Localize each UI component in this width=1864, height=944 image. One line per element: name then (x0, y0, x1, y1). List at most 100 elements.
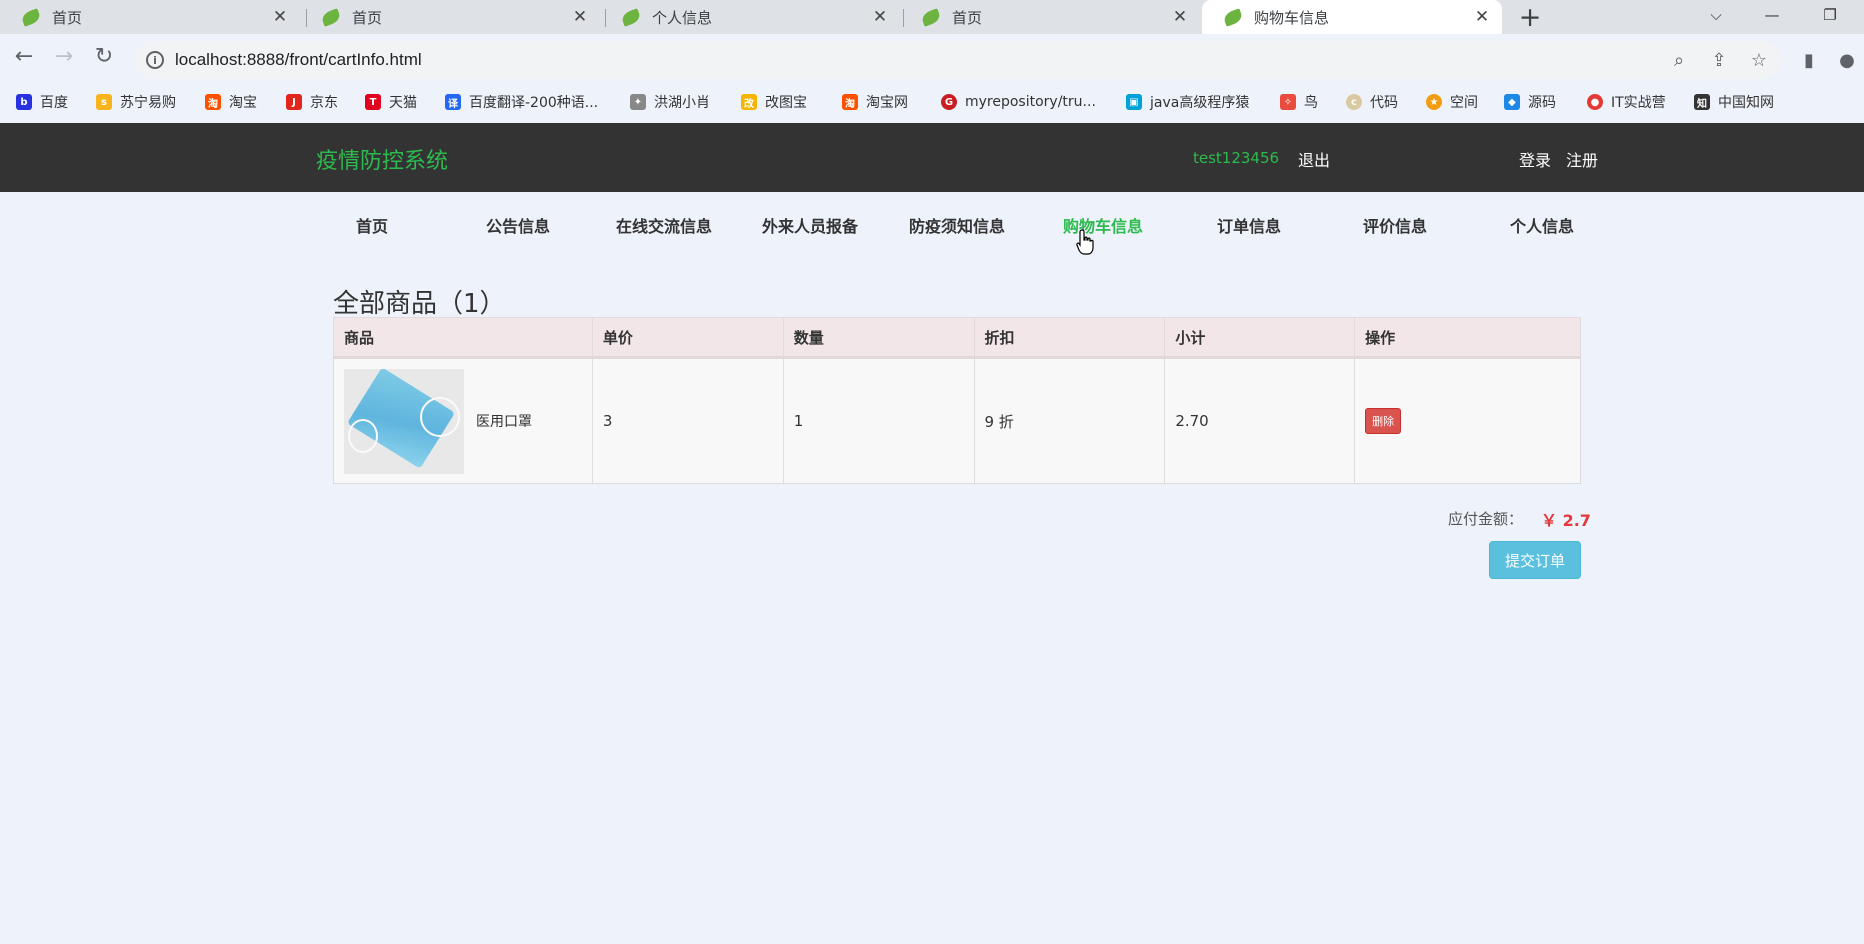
total-amount: ￥ 2.7 (1541, 511, 1591, 530)
back-arrow-icon[interactable]: ← (12, 44, 36, 69)
nav-announcements[interactable]: 公告信息 (486, 213, 550, 237)
subtotal-cell: 2.70 (1164, 357, 1356, 484)
bookmark-item[interactable]: c 代码 (1346, 87, 1398, 117)
bookmark-item[interactable]: 淘淘宝网 (842, 87, 908, 117)
register-link[interactable]: 注册 (1566, 147, 1598, 171)
close-icon[interactable]: ✕ (870, 7, 890, 27)
bookmark-item[interactable]: ✧ 鸟 (1280, 87, 1318, 117)
bookmark-item[interactable]: 改改图宝 (741, 87, 807, 117)
product-cell: 医用口罩 (333, 357, 593, 484)
spring-leaf-icon (320, 7, 342, 27)
zoom-icon[interactable]: ⌕ (1668, 49, 1690, 71)
bilibili-icon: ▣ (1126, 94, 1142, 110)
bookmark-item[interactable]: 译百度翻译-200种语... (445, 87, 598, 117)
browser-tab[interactable]: 个人信息 ✕ (600, 0, 900, 34)
browser-tab[interactable]: 首页 ✕ (0, 0, 300, 34)
tab-label: 首页 (52, 8, 83, 27)
bookmark-item[interactable]: ● IT实战营 (1587, 87, 1666, 117)
source-icon: ◆ (1504, 94, 1520, 110)
forward-arrow-icon[interactable]: → (52, 44, 76, 69)
bookmark-label: 代码 (1370, 95, 1398, 111)
nav-cart[interactable]: 购物车信息 (1063, 213, 1143, 237)
url-text[interactable]: localhost:8888/front/cartInfo.html (175, 50, 422, 70)
chrome-icon: ● (1587, 94, 1603, 110)
nav-profile[interactable]: 个人信息 (1510, 213, 1574, 237)
logout-link[interactable]: 退出 (1298, 147, 1330, 171)
new-tab-button[interactable]: + (1516, 2, 1544, 33)
baidu-icon: b (16, 94, 32, 110)
qty-cell: 1 (782, 357, 975, 484)
address-bar[interactable]: i localhost:8888/front/cartInfo.html (134, 41, 1781, 79)
submit-order-button[interactable]: 提交订单 (1489, 541, 1581, 579)
bookmark-item[interactable]: Gmyrepository/tru... (941, 87, 1096, 117)
browser-tab[interactable]: 首页 ✕ (900, 0, 1200, 34)
close-icon[interactable]: ✕ (570, 7, 590, 27)
bookmark-item[interactable]: ★ 空间 (1426, 87, 1478, 117)
login-link[interactable]: 登录 (1519, 147, 1551, 171)
star-icon[interactable]: ☆ (1748, 49, 1770, 71)
current-username[interactable]: test123456 (1193, 149, 1279, 167)
bookmark-label: 天猫 (389, 95, 417, 111)
bookmark-item[interactable]: ▣ java高级程序猿 (1126, 87, 1249, 117)
suning-icon: s (96, 94, 112, 110)
bookmark-item[interactable]: 知中国知网 (1694, 87, 1774, 117)
tab-label: 首页 (352, 8, 383, 27)
discount-cell: 9 折 (973, 357, 1166, 484)
bookmark-label: 淘宝网 (866, 95, 908, 111)
browser-tab-active[interactable]: 购物车信息 ✕ (1202, 0, 1502, 34)
browser-tab[interactable]: 首页 ✕ (300, 0, 600, 34)
cart-table: 商品 单价 数量 折扣 小计 操作 医用口罩 3 1 9 折 2.70 删除 (333, 317, 1581, 484)
bookmark-label: 苏宁易购 (120, 95, 176, 111)
nav-online-chat[interactable]: 在线交流信息 (616, 213, 712, 237)
translate-icon: 译 (445, 94, 461, 110)
bookmark-item[interactable]: T 天猫 (365, 87, 417, 117)
sidebar-icon[interactable]: ▮ (1798, 49, 1820, 71)
bird-icon: ✦ (630, 94, 646, 110)
delete-button[interactable]: 删除 (1365, 408, 1402, 434)
close-icon[interactable]: ✕ (1472, 7, 1492, 27)
share-icon[interactable]: ⇪ (1708, 49, 1730, 71)
reload-icon[interactable]: ↻ (92, 44, 116, 69)
info-icon[interactable]: i (146, 51, 164, 69)
cnki-icon: 知 (1694, 94, 1710, 110)
site-brand[interactable]: 疫情防控系统 (316, 143, 448, 175)
minimize-icon[interactable]: — (1748, 0, 1796, 30)
close-icon[interactable]: ✕ (270, 7, 290, 27)
bookmark-label: 百度 (40, 95, 68, 111)
spring-leaf-icon (20, 7, 42, 27)
nav-prevention-notice[interactable]: 防疫须知信息 (909, 213, 1005, 237)
bookmark-item[interactable]: 淘淘宝 (205, 87, 257, 117)
bookmarks-bar: b 百度 s 苏宁易购 淘淘宝 J 京东 T 天猫 译百度翻译-200种语... ✦ 洪湖… (0, 87, 1864, 117)
nav-visitor-report[interactable]: 外来人员报备 (762, 213, 858, 237)
col-header-subtotal: 小计 (1164, 317, 1356, 359)
bookmark-label: 淘宝 (229, 95, 257, 111)
nav-orders[interactable]: 订单信息 (1217, 213, 1281, 237)
bookmark-item[interactable]: b 百度 (16, 87, 68, 117)
nav-reviews[interactable]: 评价信息 (1363, 213, 1427, 237)
gitee-icon: G (941, 94, 957, 110)
site-header: 疫情防控系统 test123456 退出 登录 注册 (0, 123, 1864, 192)
spring-leaf-icon (920, 7, 942, 27)
bookmark-item[interactable]: J 京东 (286, 87, 338, 117)
product-image[interactable] (344, 368, 464, 474)
tab-search-icon[interactable]: ⌵ (1692, 0, 1740, 30)
bookmark-item[interactable]: s 苏宁易购 (96, 87, 176, 117)
bookmark-item[interactable]: ◆ 源码 (1504, 87, 1556, 117)
qzone-icon: ★ (1426, 94, 1442, 110)
tmall-icon: T (365, 94, 381, 110)
nav-home[interactable]: 首页 (356, 213, 388, 237)
profile-avatar-icon[interactable]: ● (1836, 49, 1858, 71)
browser-tab-strip: 首页 ✕ 首页 ✕ 个人信息 ✕ 首页 ✕ 购物车信息 ✕ + ⌵ — ❐ (0, 0, 1864, 34)
gaitubao-icon: 改 (741, 94, 757, 110)
bookmark-label: 改图宝 (765, 95, 807, 111)
col-header-price: 单价 (591, 317, 784, 359)
col-header-qty: 数量 (782, 317, 975, 359)
taobao-icon: 淘 (842, 94, 858, 110)
bookmark-item[interactable]: ✦ 洪湖小肖 (630, 87, 710, 117)
bookmark-label: myrepository/tru... (965, 94, 1096, 110)
product-name[interactable]: 医用口罩 (476, 411, 532, 431)
close-icon[interactable]: ✕ (1170, 7, 1190, 27)
bookmark-label: IT实战营 (1611, 95, 1666, 111)
tab-label: 首页 (952, 8, 983, 27)
restore-icon[interactable]: ❐ (1806, 0, 1854, 30)
